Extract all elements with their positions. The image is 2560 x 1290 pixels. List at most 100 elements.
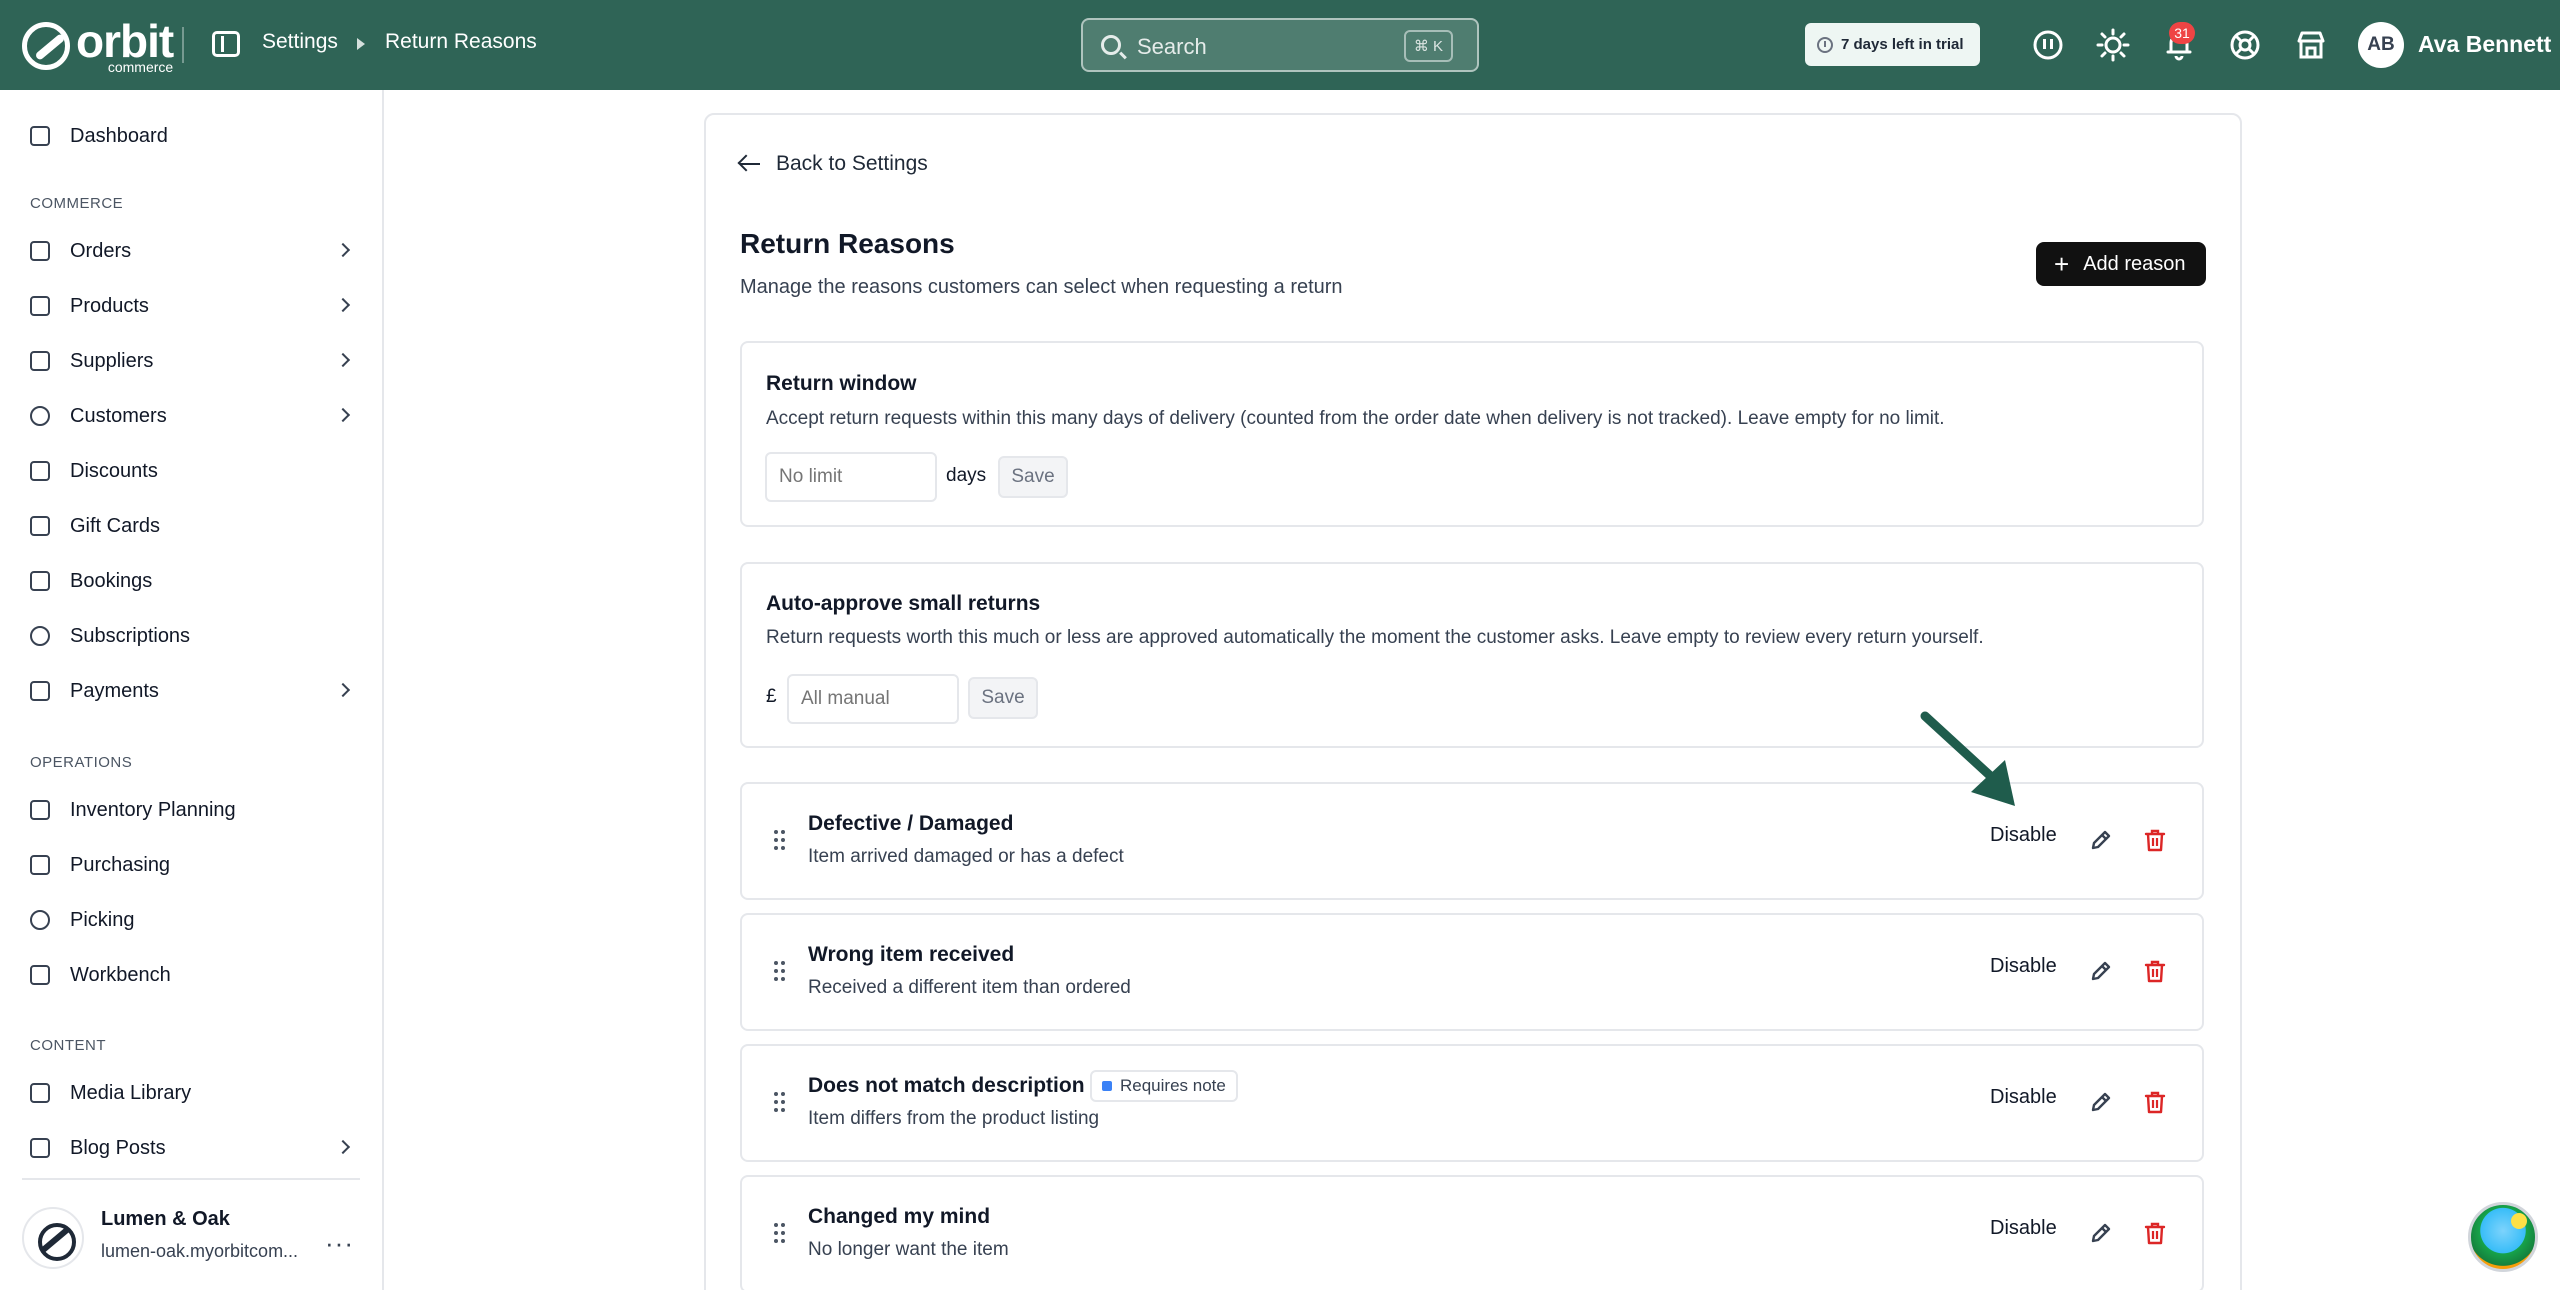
theme-sun-icon[interactable]: [2096, 28, 2130, 62]
chevron-right-icon: [335, 682, 351, 698]
pencil-edit-icon[interactable]: [2088, 1220, 2114, 1246]
orders-icon: [30, 241, 50, 261]
drag-handle-icon[interactable]: [774, 961, 786, 983]
reason-description: Received a different item than ordered: [808, 977, 1131, 998]
drag-handle-icon[interactable]: [774, 1092, 786, 1114]
reason-description: Item arrived damaged or has a defect: [808, 846, 1124, 867]
sidebar-item-suppliers[interactable]: Suppliers: [30, 343, 360, 379]
sidebar-item-products[interactable]: Products: [30, 288, 360, 324]
sidebar-item-workbench[interactable]: Workbench: [30, 957, 360, 993]
sidebar-item-label: Purchasing: [70, 853, 171, 876]
reason-row: Wrong item received Received a different…: [740, 913, 2204, 1031]
storefront-icon[interactable]: [2294, 28, 2328, 62]
orbit-logo[interactable]: orbit commerce: [22, 18, 174, 75]
disable-reason-button[interactable]: Disable: [1990, 1217, 2057, 1240]
chevron-right-icon: [335, 407, 351, 423]
disable-reason-button[interactable]: Disable: [1990, 1086, 2057, 1109]
sidebar-item-inventory-planning[interactable]: Inventory Planning: [30, 792, 360, 828]
breadcrumb-settings[interactable]: Settings: [262, 30, 338, 54]
auto-approve-amount-input[interactable]: [787, 674, 959, 724]
days-unit-label: days: [946, 465, 987, 486]
trash-delete-icon[interactable]: [2142, 1220, 2168, 1246]
pencil-edit-icon[interactable]: [2088, 958, 2114, 984]
sidebar-item-bookings[interactable]: Bookings: [30, 563, 360, 599]
sidebar-item-purchasing[interactable]: Purchasing: [30, 847, 360, 883]
sidebar-item-picking[interactable]: Picking: [30, 902, 360, 938]
user-name[interactable]: Ava Bennett: [2418, 31, 2551, 58]
logo-subword: commerce: [107, 59, 174, 75]
disable-reason-button[interactable]: Disable: [1990, 824, 2057, 847]
return-window-panel: Return window Accept return requests wit…: [740, 341, 2204, 527]
chevron-right-icon: [335, 1139, 351, 1155]
return-window-title: Return window: [766, 372, 917, 395]
drag-handle-icon[interactable]: [774, 1223, 786, 1245]
disable-reason-button[interactable]: Disable: [1990, 955, 2057, 978]
sidebar-item-discounts[interactable]: Discounts: [30, 453, 360, 489]
auto-approve-title: Auto-approve small returns: [766, 592, 1041, 615]
sidebar-item-customers[interactable]: Customers: [30, 398, 360, 434]
sidebar-toggle-icon[interactable]: [212, 31, 240, 57]
sidebar-item-label: Workbench: [70, 963, 171, 986]
reason-title: Does not match description: [808, 1074, 1085, 1097]
sidebar-item-payments[interactable]: Payments: [30, 673, 360, 709]
reason-row: Changed my mind No longer want the item …: [740, 1175, 2204, 1290]
drag-handle-icon[interactable]: [774, 830, 786, 852]
sidebar-item-dashboard[interactable]: Dashboard: [30, 118, 360, 154]
dashboard-icon: [30, 126, 50, 146]
sun-icon: [2511, 1213, 2527, 1229]
search-shortcut-badge: ⌘ K: [1403, 30, 1453, 62]
currency-symbol: £: [766, 686, 777, 707]
return-window-save-button[interactable]: Save: [998, 456, 1068, 498]
reason-description: Item differs from the product listing: [808, 1108, 1100, 1129]
user-avatar[interactable]: AB: [2358, 22, 2404, 68]
customers-users-icon: [30, 406, 50, 426]
trash-delete-icon[interactable]: [2142, 958, 2168, 984]
pencil-edit-icon[interactable]: [2088, 1089, 2114, 1115]
sidebar-item-orders[interactable]: Orders: [30, 233, 360, 269]
sidebar-item-label: Media Library: [70, 1081, 192, 1104]
pencil-edit-icon[interactable]: [2088, 827, 2114, 853]
sidebar-item-label: Discounts: [70, 459, 158, 482]
add-reason-button[interactable]: + Add reason: [2036, 242, 2206, 286]
sidebar-item-subscriptions[interactable]: Subscriptions: [30, 618, 360, 654]
return-window-days-input[interactable]: [765, 452, 937, 502]
trial-badge[interactable]: 7 days left in trial: [1805, 23, 1980, 66]
discount-tag-icon: [30, 461, 50, 481]
sidebar-item-blog-posts[interactable]: Blog Posts: [30, 1130, 360, 1166]
credit-card-icon: [30, 681, 50, 701]
auto-approve-save-button[interactable]: Save: [968, 677, 1038, 719]
badge-dot-icon: [1102, 1081, 1112, 1091]
back-to-settings-link[interactable]: Back to Settings: [740, 152, 928, 176]
orbit-logo-mark-icon: [22, 22, 70, 70]
sidebar-item-label: Bookings: [70, 569, 153, 592]
sidebar-item-gift-cards[interactable]: Gift Cards: [30, 508, 360, 544]
return-window-description: Accept return requests within this many …: [766, 408, 1945, 429]
store-logo-icon[interactable]: [22, 1207, 84, 1269]
back-link-label: Back to Settings: [776, 152, 928, 175]
breadcrumb-chevron-icon: [357, 38, 365, 50]
top-bar: orbit commerce Settings Return Reasons S…: [0, 0, 2560, 90]
calendar-icon: [30, 571, 50, 591]
more-options-icon[interactable]: ···: [325, 1228, 354, 1259]
help-lifebuoy-icon[interactable]: [2228, 28, 2262, 62]
map-pin-icon: [30, 910, 50, 930]
trash-delete-icon[interactable]: [2142, 827, 2168, 853]
image-icon: [30, 1083, 50, 1103]
search-input[interactable]: Search ⌘ K: [1081, 18, 1479, 72]
clock-icon: [1817, 36, 1833, 53]
store-name[interactable]: Lumen & Oak: [101, 1208, 230, 1231]
section-label-content: CONTENT: [30, 1037, 106, 1054]
add-reason-label: Add reason: [2083, 252, 2186, 275]
search-placeholder: Search: [1137, 34, 1207, 59]
breadcrumb-current: Return Reasons: [385, 30, 537, 53]
trial-text: 7 days left in trial: [1841, 36, 1964, 53]
ai-assistant-icon[interactable]: [2031, 28, 2065, 62]
reason-title: Wrong item received: [808, 943, 1015, 966]
sidebar-item-label: Gift Cards: [70, 514, 161, 537]
trash-delete-icon[interactable]: [2142, 1089, 2168, 1115]
sidebar-divider: [22, 1178, 360, 1180]
sidebar-item-label: Payments: [70, 679, 159, 702]
sidebar-item-media-library[interactable]: Media Library: [30, 1075, 360, 1111]
floating-assistant-icon[interactable]: [2468, 1202, 2538, 1272]
plus-icon: +: [2054, 249, 2070, 279]
